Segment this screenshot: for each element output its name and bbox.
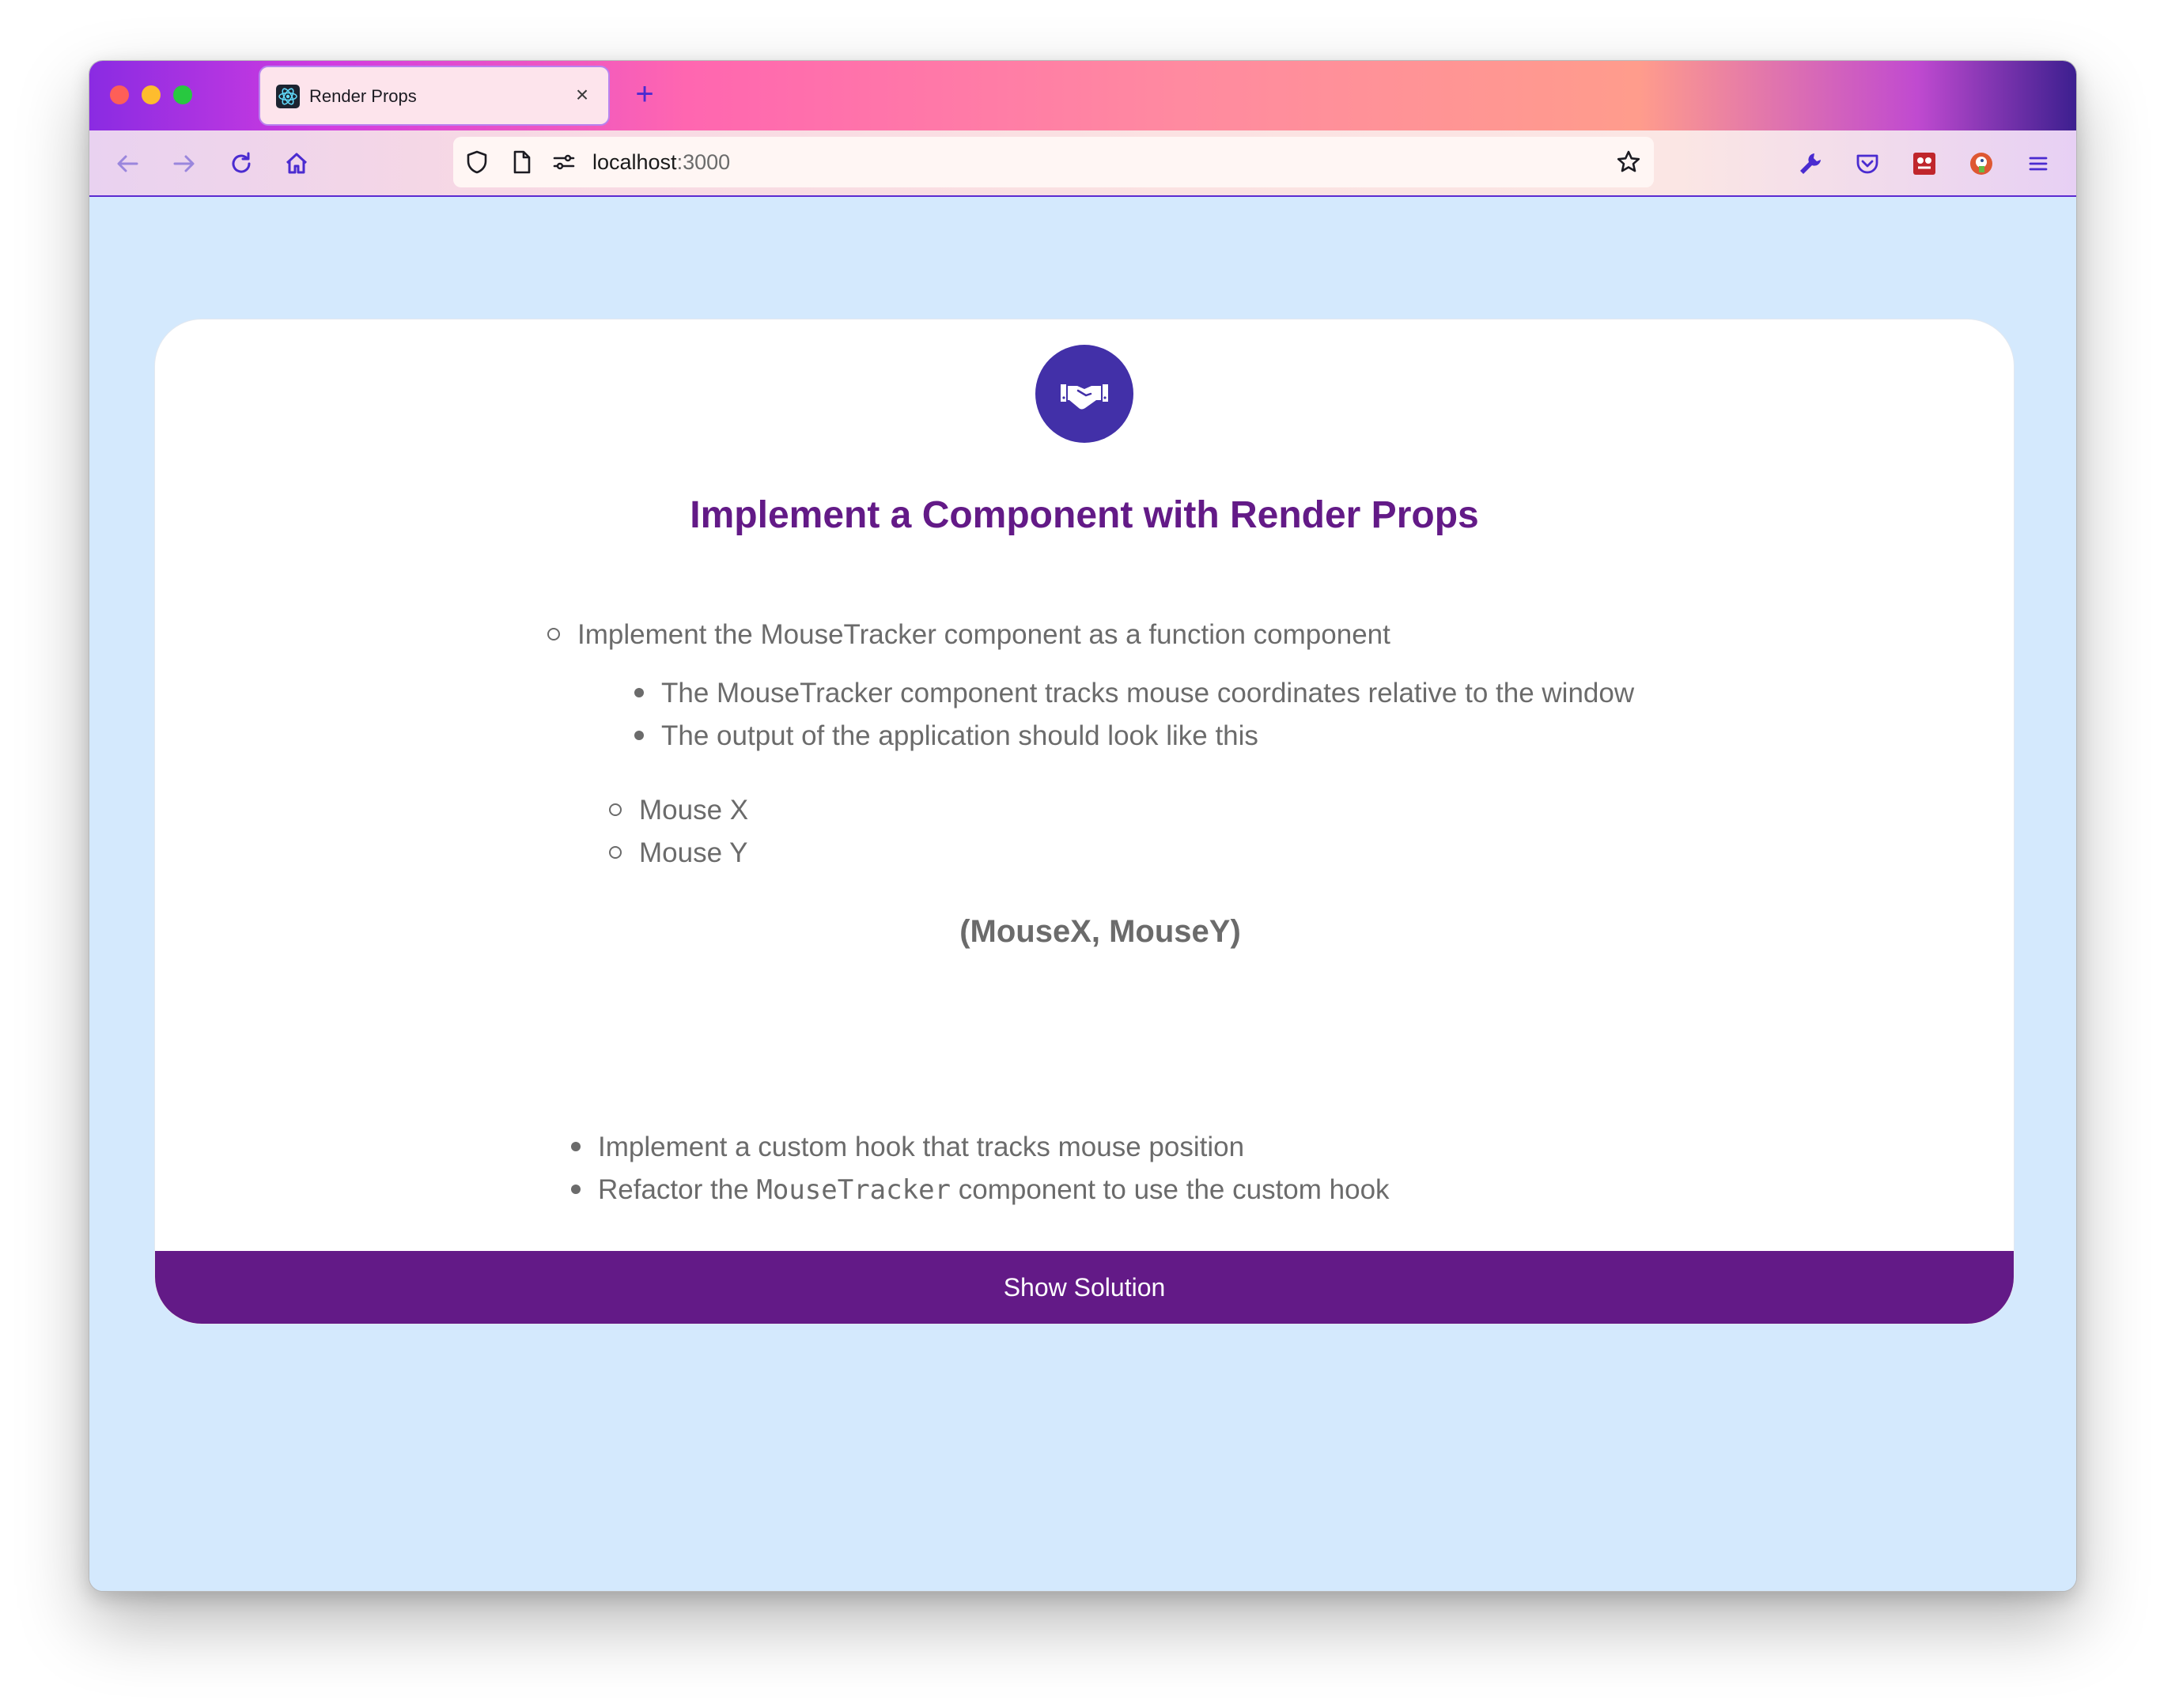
url-host: localhost [592, 150, 677, 174]
maximize-window-button[interactable] [173, 85, 192, 104]
task-sub-item: The output of the application should loo… [634, 720, 1258, 753]
home-button[interactable] [279, 146, 314, 181]
forward-button[interactable] [167, 146, 202, 181]
extension-icon [1913, 153, 1935, 175]
page-content: Implement a Component with Render Props … [89, 197, 2076, 1591]
refactor-suffix: component to use the custom hook [951, 1174, 1390, 1205]
back-button[interactable] [110, 146, 145, 181]
mouse-coordinates-display: (MouseX, MouseY) [959, 914, 1241, 949]
exercise-card: Implement a Component with Render Props … [154, 319, 2015, 1324]
page-title: Implement a Component with Render Props [690, 494, 1479, 536]
disc-bullet-icon [571, 1141, 581, 1151]
circle-bullet-icon [609, 803, 622, 816]
output-item-text: Mouse Y [639, 837, 748, 868]
tab-render-props[interactable]: Render Props × [259, 66, 610, 126]
devtools-button[interactable] [1793, 146, 1828, 181]
back-arrow-icon [117, 155, 138, 172]
reload-button[interactable] [224, 146, 259, 181]
react-favicon-icon [276, 85, 300, 108]
browser-window: Render Props × + localhost:3000 Implemen… [89, 60, 2077, 1592]
output-item-mouse-x: Mouse X [609, 794, 748, 827]
extension-button[interactable] [1907, 146, 1942, 181]
address-bar[interactable]: localhost:3000 [453, 137, 1654, 187]
task-main-item: Implement the MouseTracker component as … [547, 618, 1390, 652]
url-text[interactable]: localhost:3000 [592, 149, 730, 175]
wrench-icon [1800, 153, 1821, 174]
tab-strip: Render Props × + [89, 61, 2076, 130]
reload-icon [232, 152, 251, 173]
bookmark-star-icon[interactable] [1616, 149, 1641, 175]
forward-arrow-icon [173, 155, 195, 172]
pocket-button[interactable] [1850, 146, 1885, 181]
inline-code: MouseTracker [756, 1174, 951, 1206]
disc-bullet-icon [634, 687, 644, 697]
disc-bullet-icon [634, 730, 644, 740]
close-window-button[interactable] [110, 85, 129, 104]
circle-bullet-icon [547, 627, 560, 640]
refactor-prefix: Refactor the [598, 1174, 757, 1205]
task-extra-item: Implement a custom hook that tracks mous… [571, 1131, 1244, 1164]
minimize-window-button[interactable] [142, 85, 161, 104]
new-tab-button[interactable]: + [627, 77, 662, 111]
tab-title: Render Props [309, 86, 417, 106]
task-sub-text: The MouseTracker component tracks mouse … [661, 678, 1635, 709]
duckduckgo-icon [1970, 153, 1992, 175]
task-sub-text: The output of the application should loo… [661, 720, 1258, 751]
home-icon [286, 153, 308, 174]
duckduckgo-button[interactable] [1964, 146, 1999, 181]
pocket-icon [1856, 154, 1878, 174]
task-sub-item: The MouseTracker component tracks mouse … [634, 677, 1634, 710]
task-main-text: Implement the MouseTracker component as … [577, 619, 1390, 650]
hamburger-menu-icon [2029, 157, 2048, 171]
task-extra-text: Implement a custom hook that tracks mous… [598, 1132, 1245, 1162]
show-solution-button[interactable]: Show Solution [155, 1251, 2014, 1324]
permissions-icon[interactable] [551, 149, 577, 175]
page-icon[interactable] [509, 149, 534, 175]
circle-bullet-icon [609, 845, 622, 859]
url-port: :3000 [676, 150, 731, 174]
tab-close-icon[interactable]: × [569, 81, 596, 108]
handshake-icon [1035, 345, 1133, 443]
output-item-mouse-y: Mouse Y [609, 837, 748, 870]
menu-button[interactable] [2021, 146, 2056, 181]
shield-icon[interactable] [464, 149, 490, 175]
task-refactor-item: Refactor the MouseTracker component to u… [571, 1173, 1390, 1207]
disc-bullet-icon [571, 1184, 581, 1194]
output-item-text: Mouse X [639, 795, 749, 826]
